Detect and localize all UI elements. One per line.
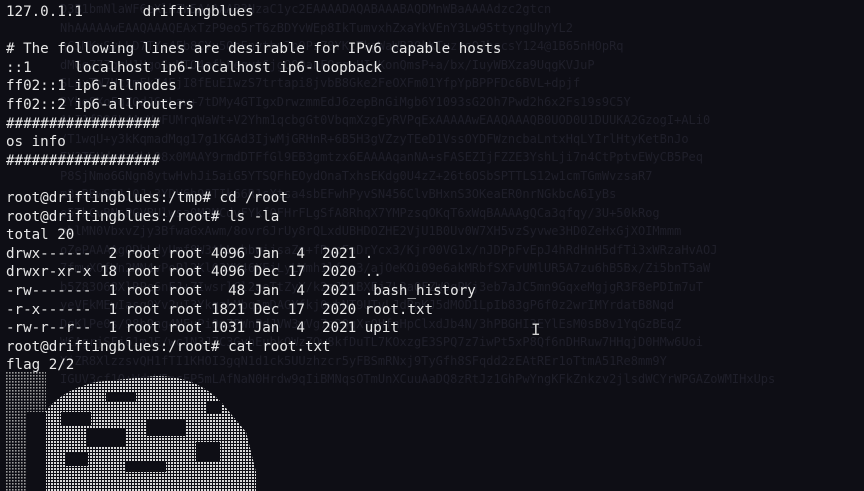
terminal-line: ::1 localhost ip6-localhost ip6-loopback xyxy=(6,59,382,76)
terminal-line: root@driftingblues:/root# ls -la xyxy=(6,208,280,225)
terminal-line: -r-x------ 1 root root 1821 Dec 17 2020 … xyxy=(6,301,434,318)
terminal-line: ################## xyxy=(6,115,160,132)
terminal-line: -rw-r--r-- 1 root root 1031 Jan 4 2021 u… xyxy=(6,320,399,337)
ascii-art-image xyxy=(6,372,256,491)
terminal-line: ################## xyxy=(6,152,160,169)
terminal-output: 127.0.1.1 driftingblues # The following l… xyxy=(6,3,501,375)
terminal-line: drwxr-xr-x 18 root root 4096 Dec 17 2020… xyxy=(6,264,382,281)
text-cursor-icon: I xyxy=(531,320,541,339)
terminal-line: 127.0.1.1 driftingblues xyxy=(6,4,254,20)
terminal-line: total 20 xyxy=(6,227,75,244)
terminal-line: drwx------ 2 root root 4096 Jan 4 2021 . xyxy=(6,245,374,262)
terminal-line: root@driftingblues:/tmp# cd /root xyxy=(6,189,288,206)
terminal-line: # The following lines are desirable for … xyxy=(6,41,502,58)
terminal-line: ff02::2 ip6-allrouters xyxy=(6,96,194,113)
terminal-line: os info xyxy=(6,134,66,151)
terminal-window[interactable]: D3B1bmNlaWF6eXlhZW5AAAAAB3NzaC1yc2EAAAAD… xyxy=(0,0,864,491)
terminal-line: ff02::1 ip6-allnodes xyxy=(6,78,177,95)
terminal-line: root@driftingblues:/root# cat root.txt xyxy=(6,338,331,355)
terminal-line: -rw------- 1 root root 48 Jan 4 2021 .ba… xyxy=(6,282,476,299)
